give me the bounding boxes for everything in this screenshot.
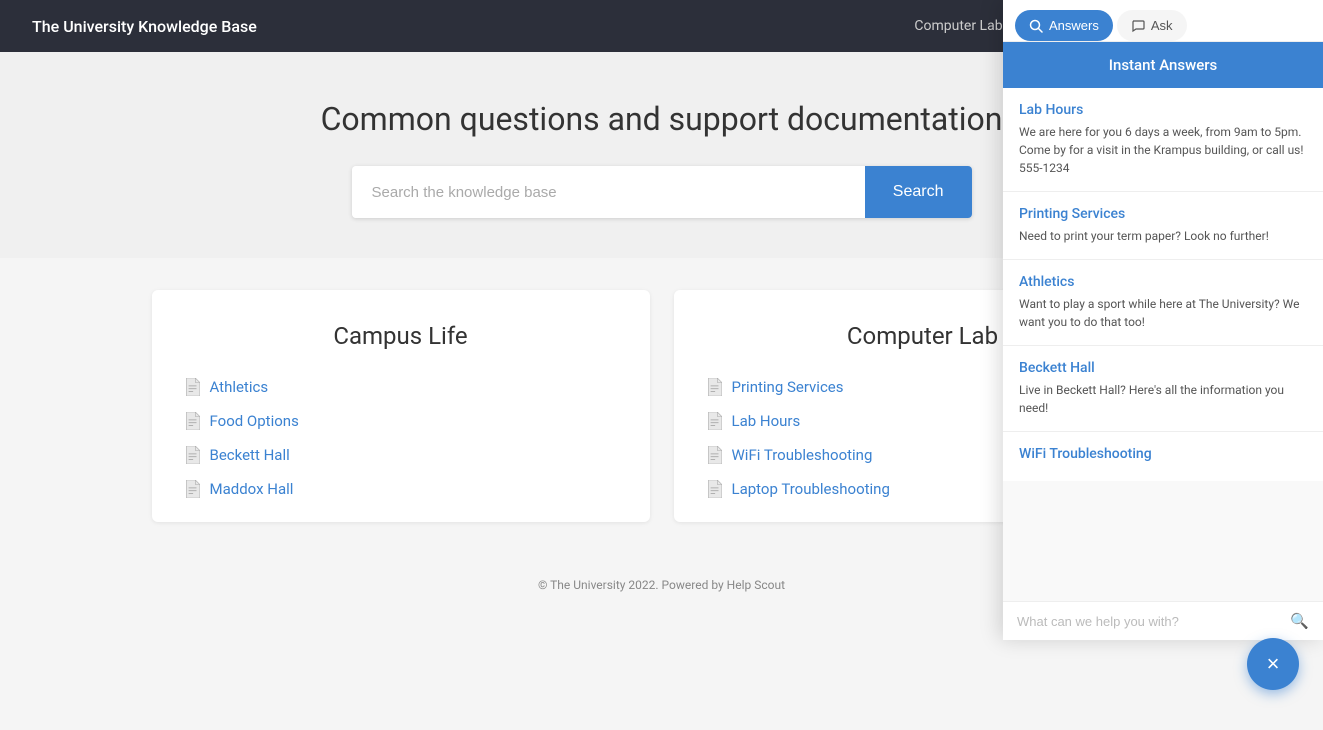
beacon-result-printing[interactable]: Printing Services Need to print your ter… bbox=[1003, 192, 1323, 260]
beacon-result-athletics[interactable]: Athletics Want to play a sport while her… bbox=[1003, 260, 1323, 346]
chat-icon bbox=[1131, 19, 1145, 33]
beacon-result-lab-hours-title: Lab Hours bbox=[1019, 102, 1307, 118]
beacon-tabs: Answers Ask bbox=[1003, 0, 1323, 42]
wifi-label: WiFi Troubleshooting bbox=[732, 446, 873, 464]
doc-icon bbox=[706, 412, 722, 430]
campus-life-link-beckett-hall[interactable]: Beckett Hall bbox=[184, 446, 618, 464]
doc-icon bbox=[184, 412, 200, 430]
food-options-label: Food Options bbox=[210, 412, 299, 430]
athletics-label: Athletics bbox=[210, 378, 269, 396]
beacon-result-printing-title: Printing Services bbox=[1019, 206, 1307, 222]
campus-life-title: Campus Life bbox=[184, 322, 618, 350]
doc-icon bbox=[706, 446, 722, 464]
category-card-campus-life: Campus Life Athletics bbox=[152, 290, 650, 522]
lab-hours-label: Lab Hours bbox=[732, 412, 801, 430]
beacon-header: Instant Answers bbox=[1003, 42, 1323, 88]
doc-icon bbox=[706, 480, 722, 498]
beacon-results: Lab Hours We are here for you 6 days a w… bbox=[1003, 88, 1323, 601]
doc-icon bbox=[706, 378, 722, 396]
beacon-search-bar: 🔍 bbox=[1003, 601, 1323, 640]
printing-services-label: Printing Services bbox=[732, 378, 844, 396]
close-icon: × bbox=[1267, 651, 1280, 677]
maddox-hall-label: Maddox Hall bbox=[210, 480, 294, 498]
beacon-result-wifi-title: WiFi Troubleshooting bbox=[1019, 446, 1307, 462]
beacon-result-lab-hours-desc: We are here for you 6 days a week, from … bbox=[1019, 123, 1307, 177]
beacon-result-beckett-desc: Live in Beckett Hall? Here's all the inf… bbox=[1019, 381, 1307, 417]
laptop-label: Laptop Troubleshooting bbox=[732, 480, 890, 498]
search-input[interactable] bbox=[352, 166, 865, 218]
search-bar: Search bbox=[352, 166, 972, 218]
answers-tab-label: Answers bbox=[1049, 18, 1099, 33]
doc-icon bbox=[184, 480, 200, 498]
beacon-result-wifi[interactable]: WiFi Troubleshooting bbox=[1003, 432, 1323, 481]
nav-brand: The University Knowledge Base bbox=[32, 17, 914, 36]
beckett-hall-label: Beckett Hall bbox=[210, 446, 290, 464]
beacon-search-input[interactable] bbox=[1017, 614, 1290, 629]
beacon-tab-answers[interactable]: Answers bbox=[1015, 10, 1113, 41]
campus-life-link-maddox-hall[interactable]: Maddox Hall bbox=[184, 480, 618, 498]
beacon-result-athletics-title: Athletics bbox=[1019, 274, 1307, 290]
footer-text: © The University 2022. Powered by Help S… bbox=[538, 578, 785, 592]
doc-icon bbox=[184, 446, 200, 464]
ask-tab-label: Ask bbox=[1151, 18, 1173, 33]
campus-life-link-athletics[interactable]: Athletics bbox=[184, 378, 618, 396]
beacon-result-beckett-title: Beckett Hall bbox=[1019, 360, 1307, 376]
campus-life-link-food-options[interactable]: Food Options bbox=[184, 412, 618, 430]
beacon-tab-ask[interactable]: Ask bbox=[1117, 10, 1187, 41]
beacon-result-printing-desc: Need to print your term paper? Look no f… bbox=[1019, 227, 1307, 245]
beacon-close-button[interactable]: × bbox=[1247, 638, 1299, 690]
beacon-search-icon: 🔍 bbox=[1290, 612, 1309, 630]
search-icon bbox=[1029, 19, 1043, 33]
doc-icon bbox=[184, 378, 200, 396]
beacon-result-lab-hours[interactable]: Lab Hours We are here for you 6 days a w… bbox=[1003, 88, 1323, 192]
campus-life-links: Athletics Food Options bbox=[184, 378, 618, 498]
beacon-result-athletics-desc: Want to play a sport while here at The U… bbox=[1019, 295, 1307, 331]
search-button[interactable]: Search bbox=[865, 166, 972, 218]
beacon-result-beckett[interactable]: Beckett Hall Live in Beckett Hall? Here'… bbox=[1003, 346, 1323, 432]
beacon-widget: Answers Ask Instant Answers Lab Hours We… bbox=[1003, 0, 1323, 640]
nav-link-computer-lab[interactable]: Computer Lab bbox=[914, 18, 1002, 34]
